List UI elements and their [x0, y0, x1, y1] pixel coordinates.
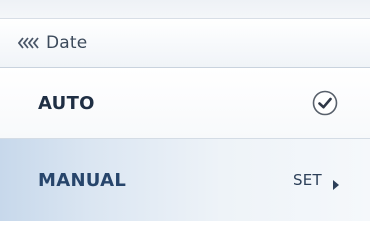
option-manual[interactable]: MANUAL SET	[0, 139, 370, 221]
checkmark-circle-icon	[312, 90, 338, 116]
header-bar: Date	[0, 18, 370, 68]
top-strip	[0, 0, 370, 18]
right-arrow-icon	[332, 175, 340, 190]
date-settings-screen: Date AUTO MANUAL SET	[0, 0, 370, 221]
set-button[interactable]: SET	[292, 171, 340, 190]
set-button-label: SET	[292, 171, 322, 189]
option-auto-label: AUTO	[38, 92, 95, 114]
option-auto[interactable]: AUTO	[0, 68, 370, 139]
back-chevrons-icon[interactable]	[18, 36, 40, 50]
page-title: Date	[46, 33, 88, 53]
option-manual-label: MANUAL	[38, 169, 127, 191]
